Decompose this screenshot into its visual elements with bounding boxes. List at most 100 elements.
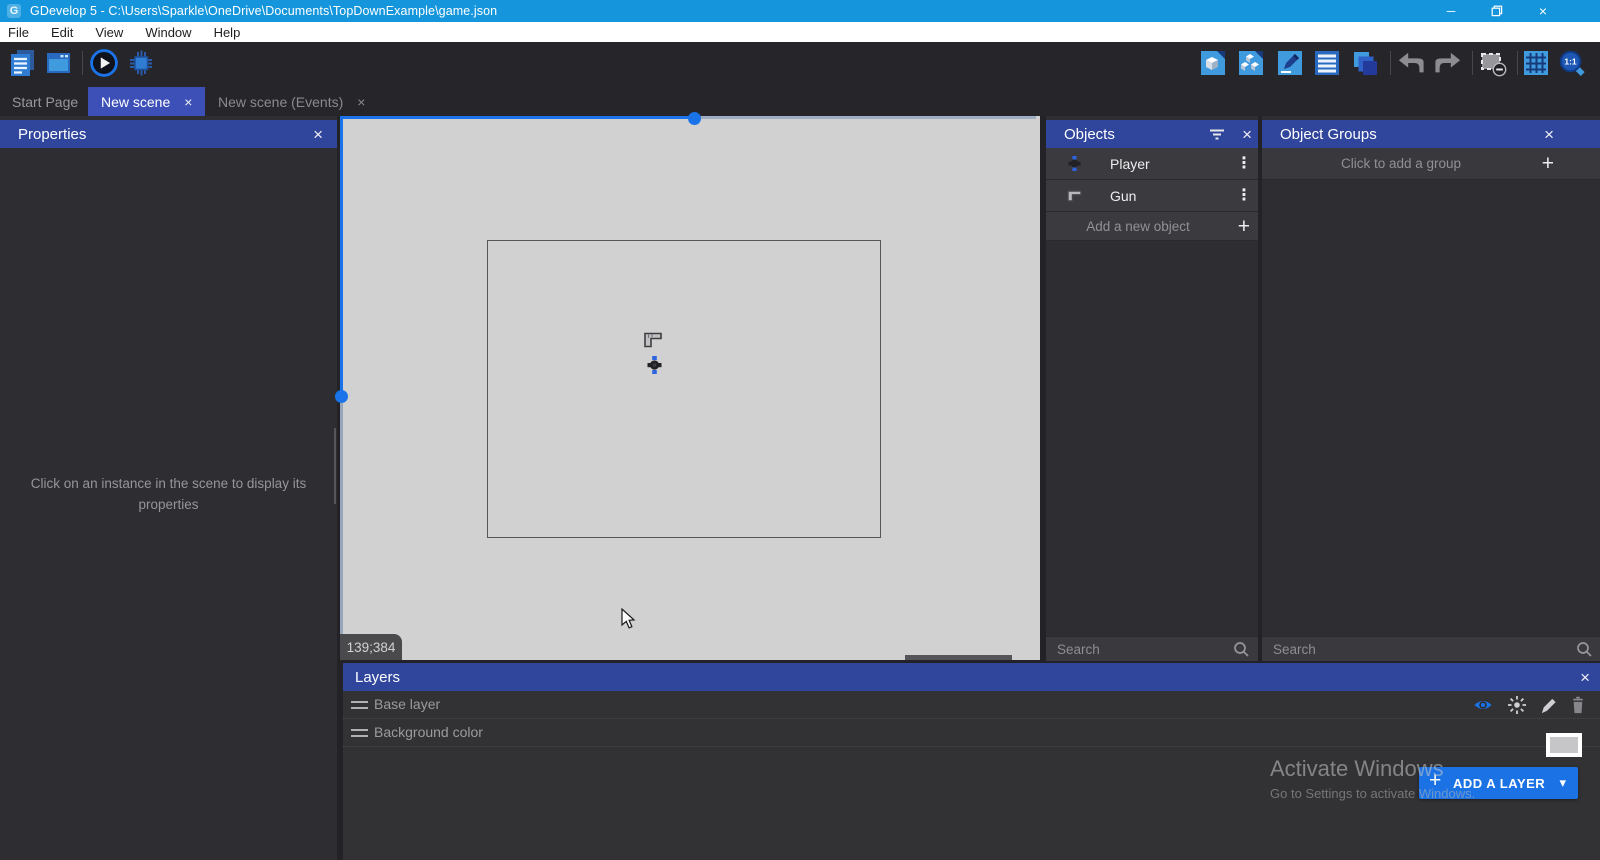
object-groups-panel-header: Object Groups × <box>1262 120 1600 148</box>
properties-empty-message: Click on an instance in the scene to dis… <box>20 474 317 516</box>
objects-search-input[interactable] <box>1046 637 1258 661</box>
object-name: Player <box>1110 156 1150 172</box>
object-menu-icon[interactable]: ⋮ <box>1236 153 1252 173</box>
drag-handle-icon[interactable] <box>351 701 368 709</box>
menu-edit[interactable]: Edit <box>51 25 73 40</box>
menu-view[interactable]: View <box>95 25 123 40</box>
panel-title: Properties <box>18 126 86 143</box>
hscrollbar-thumb[interactable] <box>688 112 701 125</box>
tab-new-scene[interactable]: New scene × <box>88 87 205 116</box>
toolbar-separator <box>1517 51 1518 75</box>
start-page-icon <box>44 49 72 77</box>
add-object-label: Add a new object <box>1046 219 1230 234</box>
toggle-properties-panel-button[interactable] <box>1275 48 1305 78</box>
object-groups-search-bar <box>1262 636 1600 661</box>
gun-object-icon <box>1067 190 1082 202</box>
gdevelop-window: G GDevelop 5 - C:\Users\Sparkle\OneDrive… <box>0 0 1600 860</box>
toggle-object-groups-panel-button[interactable] <box>1236 48 1266 78</box>
layer-name: Background color <box>374 724 483 740</box>
layer-row-base[interactable]: Base layer <box>343 691 1600 719</box>
menu-file[interactable]: File <box>8 25 29 40</box>
tab-label: Start Page <box>12 94 78 110</box>
close-tab-icon[interactable]: × <box>357 95 365 109</box>
redo-button[interactable] <box>1433 48 1463 78</box>
menu-help[interactable]: Help <box>214 25 241 40</box>
titlebar: G GDevelop 5 - C:\Users\Sparkle\OneDrive… <box>0 0 1600 22</box>
debugger-icon <box>126 48 156 78</box>
close-panel-icon[interactable]: × <box>1580 669 1590 686</box>
debugger-button[interactable] <box>126 48 156 78</box>
start-page-button[interactable] <box>43 48 73 78</box>
mouse-cursor <box>621 608 636 629</box>
drag-handle-icon[interactable] <box>351 729 368 737</box>
play-preview-button[interactable] <box>89 48 119 78</box>
layer-visibility-icon[interactable] <box>1473 696 1493 714</box>
menu-window[interactable]: Window <box>145 25 191 40</box>
gun-instance[interactable] <box>644 332 662 348</box>
toggle-grid-button[interactable] <box>1521 48 1551 78</box>
cursor-coordinates-badge: 139;384 <box>340 634 402 660</box>
minimize-button[interactable]: ─ <box>1434 0 1468 22</box>
add-group-label: Click to add a group <box>1262 156 1540 171</box>
object-row-gun[interactable]: Gun ⋮ <box>1046 180 1258 212</box>
objects-panel-header: Objects × <box>1046 120 1258 148</box>
activate-windows-subtext: Go to Settings to activate Windows. <box>1270 786 1475 801</box>
activate-windows-watermark: Activate Windows <box>1270 756 1444 782</box>
zoom-1-1-icon: 1:1 <box>1558 49 1586 77</box>
objects-panel: Objects × Player ⋮ Gun <box>1046 116 1258 660</box>
layer-name: Base layer <box>374 696 440 712</box>
scene-canvas[interactable]: 139;384 <box>340 116 1040 660</box>
hscrollbar-track-right <box>695 116 1036 119</box>
close-window-button[interactable]: × <box>1526 0 1560 22</box>
properties-panel-header: Properties × <box>0 120 337 148</box>
properties-panel: Properties × Click on an instance in the… <box>0 116 337 860</box>
caret-down-icon[interactable]: ▾ <box>1559 775 1566 791</box>
deselect-icon <box>1479 49 1507 77</box>
tab-start-page[interactable]: Start Page <box>0 87 88 116</box>
layer-edit-icon[interactable] <box>1539 696 1558 715</box>
close-panel-icon[interactable]: × <box>1544 126 1554 143</box>
player-instance[interactable] <box>647 356 662 374</box>
background-color-swatch[interactable] <box>1546 733 1582 757</box>
filter-icon[interactable] <box>1209 129 1225 140</box>
zoom-reset-button[interactable]: 1:1 <box>1557 48 1587 78</box>
objects-panel-icon <box>1199 49 1227 77</box>
add-object-row[interactable]: Add a new object + <box>1046 212 1258 241</box>
add-group-icon[interactable]: + <box>1542 153 1554 174</box>
hscrollbar-bottom-thumb[interactable] <box>905 655 1012 660</box>
add-group-row[interactable]: Click to add a group + <box>1262 148 1600 180</box>
close-tab-icon[interactable]: × <box>184 95 192 109</box>
object-groups-search-input[interactable] <box>1262 637 1600 661</box>
layer-delete-icon[interactable] <box>1569 695 1587 715</box>
layer-effects-icon[interactable] <box>1507 695 1527 715</box>
camera-border <box>487 240 881 538</box>
restore-button[interactable] <box>1480 0 1514 22</box>
window-title: GDevelop 5 - C:\Users\Sparkle\OneDrive\D… <box>30 4 497 18</box>
tab-new-scene-events[interactable]: New scene (Events) × <box>205 87 381 116</box>
object-row-player[interactable]: Player ⋮ <box>1046 148 1258 180</box>
restore-icon <box>1491 5 1503 17</box>
color-preview <box>1550 737 1578 753</box>
toggle-layers-panel-button[interactable] <box>1350 48 1380 78</box>
vscrollbar-thumb[interactable] <box>335 390 348 403</box>
toolbar-separator <box>82 51 83 75</box>
add-object-icon[interactable]: + <box>1238 216 1250 237</box>
undo-button[interactable] <box>1396 48 1426 78</box>
toggle-objects-panel-button[interactable] <box>1198 48 1228 78</box>
main-toolbar: 1:1 <box>0 42 1600 85</box>
play-icon <box>89 48 119 78</box>
panel-title: Objects <box>1064 126 1115 143</box>
search-icon <box>1233 641 1250 658</box>
panel-scrollbar[interactable] <box>334 428 336 504</box>
toggle-instances-list-button[interactable] <box>1312 48 1342 78</box>
object-menu-icon[interactable]: ⋮ <box>1236 185 1252 205</box>
deselect-instances-button[interactable] <box>1478 48 1508 78</box>
layer-row-background-color[interactable]: Background color <box>343 719 1600 747</box>
close-panel-icon[interactable]: × <box>313 126 323 143</box>
hscrollbar-track-left <box>340 116 695 119</box>
toolbar-separator <box>1390 51 1391 75</box>
close-panel-icon[interactable]: × <box>1242 126 1252 143</box>
project-manager-button[interactable] <box>7 48 37 78</box>
grid-icon <box>1522 49 1550 77</box>
zoom-label: 1:1 <box>1564 57 1577 67</box>
